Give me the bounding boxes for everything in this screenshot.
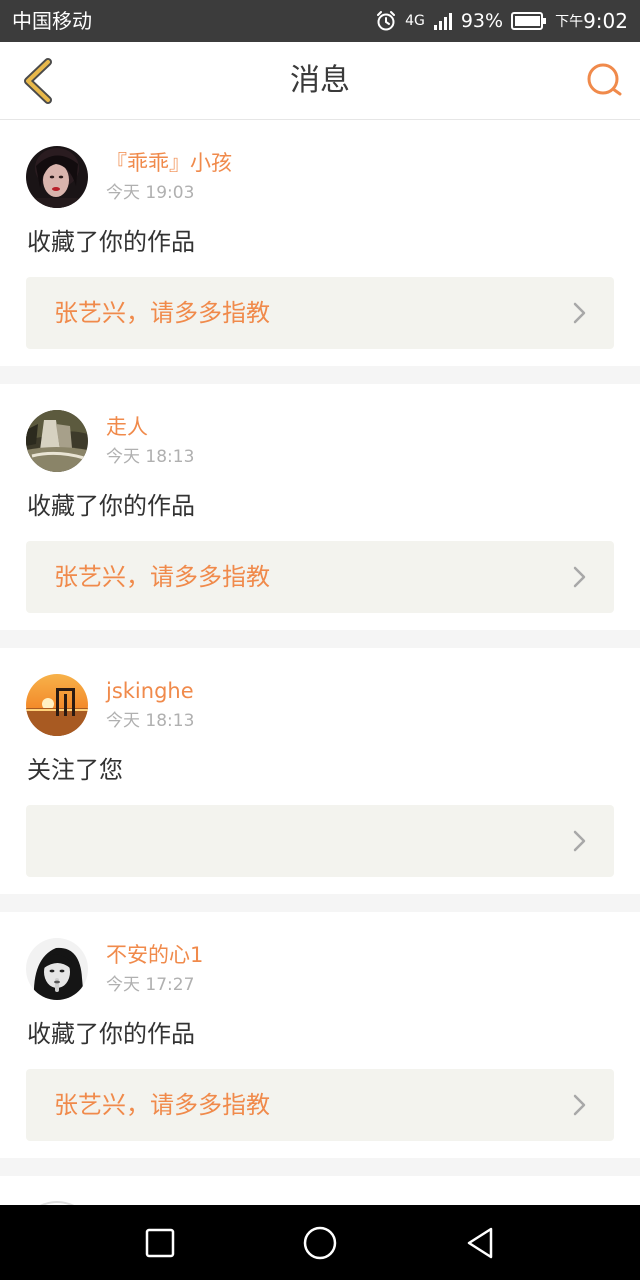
circle-icon <box>303 1226 337 1260</box>
username[interactable]: jskinghe <box>106 678 194 704</box>
clock: 9:02 <box>583 9 628 33</box>
page-title: 消息 <box>290 63 350 98</box>
recent-apps-button[interactable] <box>140 1223 180 1263</box>
action-text: 收藏了你的作品 <box>27 1020 195 1048</box>
username[interactable]: 不安的心1 <box>106 942 203 968</box>
chevron-right-icon <box>573 830 586 852</box>
timestamp: 今天 18:13 <box>106 447 195 467</box>
nav-back-button[interactable] <box>460 1223 500 1263</box>
timestamp: 今天 19:03 <box>106 183 195 203</box>
avatar[interactable] <box>26 146 88 208</box>
message-card-partial[interactable] <box>0 1176 640 1205</box>
work-link[interactable]: 张艺兴，请多多指教 <box>26 1069 614 1141</box>
action-text: 关注了您 <box>27 756 123 784</box>
status-icons: 4G 93% 下午 9:02 <box>375 9 628 33</box>
network-type-label: 4G <box>405 13 425 29</box>
avatar[interactable] <box>26 674 88 736</box>
message-card[interactable]: 『乖乖』小孩 今天 19:03 收藏了你的作品 张艺兴，请多多指教 <box>0 120 640 366</box>
username[interactable]: 『乖乖』小孩 <box>106 150 232 176</box>
avatar[interactable] <box>26 410 88 472</box>
time-prefix: 下午 <box>555 14 584 30</box>
search-icon <box>587 63 622 96</box>
message-card[interactable]: 不安的心1 今天 17:27 收藏了你的作品 张艺兴，请多多指教 <box>0 912 640 1158</box>
work-link[interactable]: 张艺兴，请多多指教 <box>26 277 614 349</box>
work-title: 张艺兴，请多多指教 <box>54 1091 270 1119</box>
square-icon <box>145 1228 175 1258</box>
work-title: 张艺兴，请多多指教 <box>54 299 270 327</box>
work-link[interactable]: 张艺兴，请多多指教 <box>26 541 614 613</box>
action-text: 收藏了你的作品 <box>27 228 195 256</box>
work-title: 张艺兴，请多多指教 <box>54 563 270 591</box>
search-button[interactable] <box>582 59 626 103</box>
alarm-icon <box>375 10 397 32</box>
message-card[interactable]: 走人 今天 18:13 收藏了你的作品 张艺兴，请多多指教 <box>0 384 640 630</box>
timestamp: 今天 17:27 <box>106 975 195 995</box>
message-card[interactable]: jskinghe 今天 18:13 关注了您 <box>0 648 640 894</box>
timestamp: 今天 18:13 <box>106 711 195 731</box>
triangle-back-icon <box>467 1227 493 1259</box>
signal-icon <box>433 11 453 31</box>
battery-percent: 93% <box>460 10 504 32</box>
message-list: 『乖乖』小孩 今天 19:03 收藏了你的作品 张艺兴，请多多指教 走人 今天 … <box>0 120 640 1205</box>
carrier-label: 中国移动 <box>12 9 92 33</box>
avatar-partial <box>39 1201 75 1205</box>
work-link[interactable] <box>26 805 614 877</box>
action-text: 收藏了你的作品 <box>27 492 195 520</box>
username[interactable]: 走人 <box>106 414 148 440</box>
status-bar: 中国移动 4G 93% 下午 9:02 <box>0 0 640 42</box>
home-button[interactable] <box>300 1223 340 1263</box>
battery-icon <box>511 12 547 30</box>
avatar[interactable] <box>26 938 88 1000</box>
chevron-right-icon <box>573 566 586 588</box>
chevron-right-icon <box>573 1094 586 1116</box>
chevron-right-icon <box>573 302 586 324</box>
messages-screen: 中国移动 4G 93% 下午 9:02 消息 『乖乖』小孩 今天 19:03 收… <box>0 0 640 1280</box>
system-nav-bar <box>0 1205 640 1280</box>
header-bar: 消息 <box>0 42 640 120</box>
